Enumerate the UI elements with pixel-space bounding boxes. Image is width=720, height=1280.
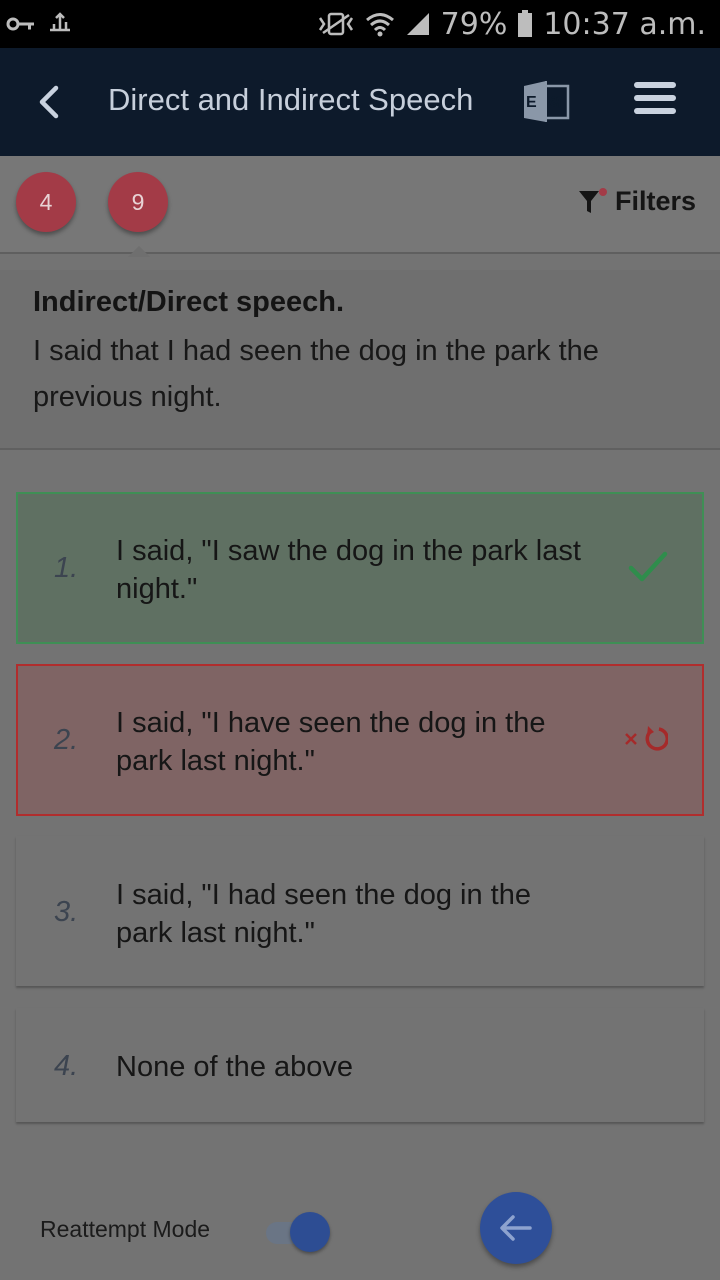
counter-value: 9 (131, 188, 145, 215)
counter-badge-1[interactable]: 4 (16, 172, 76, 232)
language-toggle-button[interactable]: E अ (520, 78, 572, 126)
previous-question-button[interactable] (480, 1192, 552, 1264)
counter-value: 4 (39, 188, 53, 215)
counter-badge-2[interactable]: 9 (108, 172, 168, 232)
selected-pointer (128, 246, 150, 257)
vibrate-icon (318, 12, 353, 36)
bottom-bar: Reattempt Mode (0, 1170, 720, 1280)
reattempt-mode-toggle[interactable] (266, 1212, 330, 1252)
hamburger-menu-icon (634, 82, 676, 114)
key-icon (6, 17, 34, 31)
option-number: 2. (54, 724, 79, 756)
wifi-icon (365, 13, 394, 37)
filters-button[interactable]: Filters (577, 186, 696, 217)
question-text: I said that I had seen the dog in the pa… (33, 335, 599, 413)
battery-icon (518, 10, 533, 37)
language-badge-text: E अ (526, 94, 566, 111)
left-arrow-icon (500, 1215, 532, 1241)
wrong-retry-icon (625, 726, 668, 751)
question-card: Indirect/Direct speech. I said that I ha… (0, 270, 720, 450)
back-button[interactable] (30, 82, 70, 122)
menu-button[interactable] (634, 82, 676, 118)
option-text: I said, "I have seen the dog in the park… (116, 707, 546, 777)
option-text: None of the above (116, 1051, 354, 1083)
app-toolbar: Direct and Indirect Speech E अ (0, 48, 720, 156)
reattempt-mode-label: Reattempt Mode (40, 1216, 211, 1242)
option-1[interactable]: 1. I said, "I saw the dog in the park la… (16, 492, 704, 644)
usb-icon (50, 12, 70, 32)
filters-label: Filters (614, 186, 696, 216)
option-number: 4. (54, 1050, 79, 1082)
question-heading: Indirect/Direct speech. (33, 286, 345, 318)
checkmark-icon (628, 551, 668, 582)
funnel-icon (578, 187, 607, 213)
filter-bar: 4 9 Filters (0, 156, 720, 257)
option-text: I said, "I saw the dog in the park last … (116, 535, 581, 605)
page-title: Direct and Indirect Speech (108, 82, 474, 117)
signal-icon (406, 13, 429, 35)
option-text: I said, "I had seen the dog in the park … (116, 879, 531, 949)
status-bar: 79% 10:37 a.m. (0, 0, 720, 48)
back-arrow-icon (39, 85, 59, 119)
option-number: 1. (54, 552, 79, 584)
battery-percentage: 79% (440, 6, 508, 42)
toggle-knob (290, 1212, 330, 1252)
clock: 10:37 a.m. (543, 6, 706, 42)
option-2[interactable]: 2. I said, "I have seen the dog in the p… (16, 664, 704, 816)
option-number: 3. (54, 896, 79, 928)
option-4[interactable]: 4. None of the above (16, 1008, 704, 1122)
option-3[interactable]: 3. I said, "I had seen the dog in the pa… (16, 836, 704, 986)
